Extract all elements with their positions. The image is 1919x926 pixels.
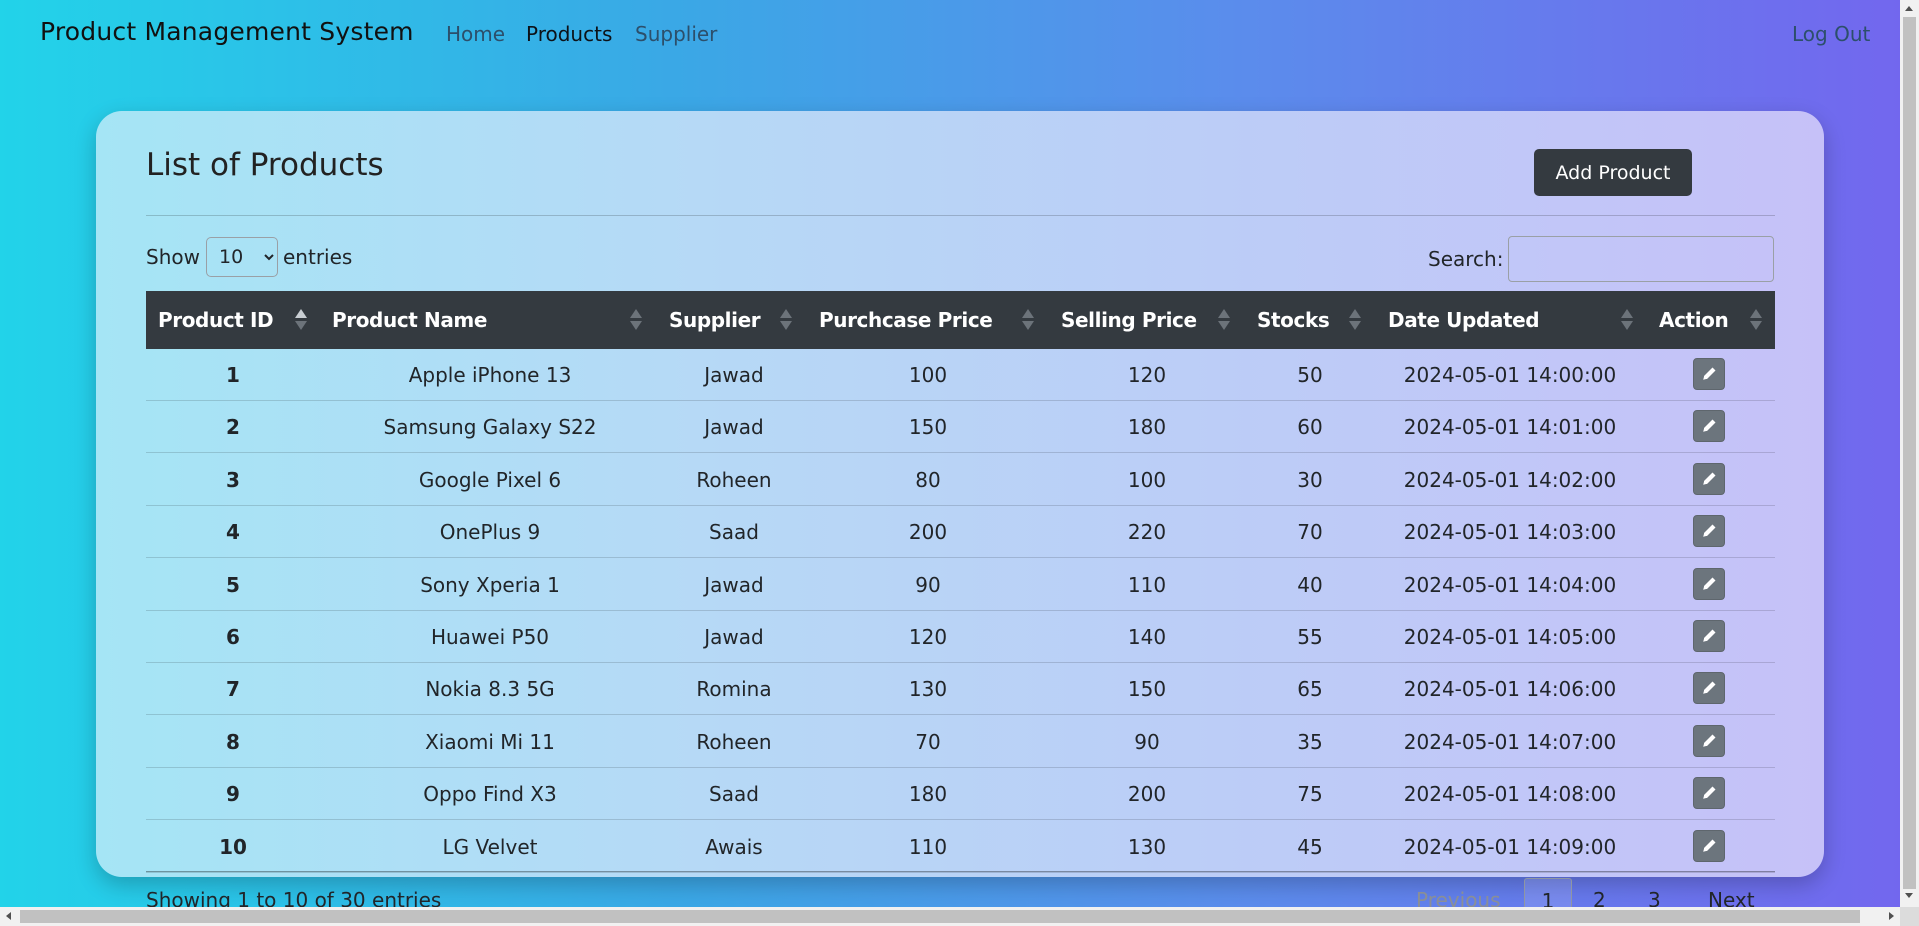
cell-date-updated: 2024-05-01 14:07:00 xyxy=(1403,729,1617,754)
edit-product-button[interactable] xyxy=(1693,410,1725,443)
cell-product-id: 9 xyxy=(226,782,240,807)
scroll-up-icon[interactable] xyxy=(1905,6,1913,11)
divider xyxy=(146,215,1775,216)
cell-date-updated: 2024-05-01 14:04:00 xyxy=(1403,572,1617,597)
cell-date-updated: 2024-05-01 14:06:00 xyxy=(1403,677,1617,702)
add-product-button[interactable]: Add Product xyxy=(1534,149,1692,196)
pencil-icon xyxy=(1703,681,1716,695)
table-row: 3 Google Pixel 6 Roheen 80 100 30 2024-05-01 1… xyxy=(146,454,1775,506)
entries-label: entries xyxy=(283,245,353,269)
pencil-icon xyxy=(1703,734,1716,747)
scroll-down-icon[interactable] xyxy=(1905,893,1913,898)
sort-icon[interactable] xyxy=(630,306,642,334)
column-header-purchase-price[interactable]: Purchcase Price xyxy=(819,291,993,349)
sort-icon[interactable] xyxy=(1750,306,1762,334)
pencil-icon xyxy=(1703,577,1716,590)
cell-product-id: 3 xyxy=(226,467,240,492)
edit-product-button[interactable] xyxy=(1693,462,1725,495)
column-header-date-updated[interactable]: Date Updated xyxy=(1388,291,1540,349)
nav-supplier-link[interactable]: Supplier xyxy=(635,22,717,46)
pencil-icon xyxy=(1703,786,1716,799)
search-input[interactable] xyxy=(1508,236,1774,282)
pencil-icon xyxy=(1703,367,1716,380)
column-header-stocks[interactable]: Stocks xyxy=(1257,291,1330,349)
sort-icon[interactable] xyxy=(1022,306,1034,334)
cell-date-updated: 2024-05-01 14:09:00 xyxy=(1403,834,1617,859)
cell-date-updated: 2024-05-01 14:03:00 xyxy=(1403,520,1617,545)
scroll-left-icon[interactable] xyxy=(6,912,11,920)
column-header-selling-price[interactable]: Selling Price xyxy=(1061,291,1197,349)
entries-select[interactable]: 10 xyxy=(206,237,278,277)
cell-date-updated: 2024-05-01 14:05:00 xyxy=(1403,625,1617,649)
column-header-product-name[interactable]: Product Name xyxy=(332,291,487,349)
cell-date-updated: 2024-05-01 14:01:00 xyxy=(1403,415,1617,440)
table-row: 5 Sony Xperia 1 Jawad 90 110 40 2024-05-01 14:… xyxy=(146,559,1775,611)
cell-product-id: 10 xyxy=(219,834,247,859)
vertical-scrollbar[interactable] xyxy=(1900,0,1919,907)
table-row: 8 Xiaomi Mi 11 Roheen 70 90 35 2024-05-01 14:0… xyxy=(146,716,1775,768)
scroll-right-icon[interactable] xyxy=(1889,912,1894,920)
edit-product-button[interactable] xyxy=(1693,724,1725,757)
navbar: Product Management System Home Products … xyxy=(0,0,1900,66)
cell-product-id: 8 xyxy=(226,729,240,754)
table-row: 2 Samsung Galaxy S22 Jawad 150 180 60 2024-05-… xyxy=(146,401,1775,454)
edit-product-button[interactable] xyxy=(1693,777,1725,810)
table-row: 7 Nokia 8.3 5G Romina 130 150 65 2024-05-01 14… xyxy=(146,663,1775,716)
table-row: 1 Apple iPhone 13 Jawad 100 120 50 2024-05-01 … xyxy=(146,349,1775,401)
edit-product-button[interactable] xyxy=(1693,829,1725,862)
pencil-icon xyxy=(1703,629,1716,642)
sort-icon[interactable] xyxy=(1218,306,1230,334)
cell-product-id: 1 xyxy=(226,363,240,387)
column-header-product-id[interactable]: Product ID xyxy=(158,291,274,349)
page-title: List of Products xyxy=(146,147,384,183)
scrollbar-thumb[interactable] xyxy=(1903,17,1916,889)
sort-icon[interactable] xyxy=(780,306,792,334)
sort-icon[interactable] xyxy=(1349,306,1361,334)
table-row: 9 Oppo Find X3 Saad 180 200 75 2024-05-01 14:0… xyxy=(146,768,1775,821)
pencil-icon xyxy=(1703,419,1716,433)
edit-product-button[interactable] xyxy=(1693,672,1725,705)
table-row: 10 LG Velvet Awais 110 130 45 2024-05-01 14:09… xyxy=(146,821,1775,873)
nav-products-link[interactable]: Products xyxy=(526,22,612,46)
logout-link[interactable]: Log Out xyxy=(1792,22,1870,46)
horizontal-scrollbar[interactable] xyxy=(0,907,1900,926)
edit-product-button[interactable] xyxy=(1693,358,1725,390)
brand-title[interactable]: Product Management System xyxy=(40,17,414,46)
table-header: Product ID Product Name Supplier Purchca… xyxy=(146,291,1775,349)
cell-date-updated: 2024-05-01 14:00:00 xyxy=(1403,363,1617,387)
table-row: 4 OnePlus 9 Saad 200 220 70 2024-05-01 14:03:0… xyxy=(146,506,1775,559)
cell-date-updated: 2024-05-01 14:02:00 xyxy=(1403,467,1617,492)
nav-home-link[interactable]: Home xyxy=(446,22,505,46)
cell-product-id: 6 xyxy=(226,625,240,649)
scrollbar-thumb[interactable] xyxy=(20,910,1860,923)
cell-product-id: 7 xyxy=(226,677,240,702)
cell-product-id: 2 xyxy=(226,415,240,440)
show-label: Show xyxy=(146,245,200,269)
cell-product-id: 4 xyxy=(226,520,240,545)
table-row: 6 Huawei P50 Jawad 120 140 55 2024-05-01 14:05… xyxy=(146,611,1775,663)
products-card: List of Products Add Product Show 10 ent… xyxy=(96,111,1824,877)
pencil-icon xyxy=(1703,472,1716,485)
table-bottom-border xyxy=(146,871,1775,872)
pencil-icon xyxy=(1703,524,1716,537)
column-header-supplier[interactable]: Supplier xyxy=(669,291,761,349)
edit-product-button[interactable] xyxy=(1693,620,1725,652)
search-label: Search: xyxy=(1428,247,1504,271)
sort-ascending-icon[interactable] xyxy=(295,306,307,334)
pencil-icon xyxy=(1703,839,1716,852)
cell-product-id: 5 xyxy=(226,572,240,597)
edit-product-button[interactable] xyxy=(1693,567,1725,600)
edit-product-button[interactable] xyxy=(1693,515,1725,548)
sort-icon[interactable] xyxy=(1621,306,1633,334)
cell-date-updated: 2024-05-01 14:08:00 xyxy=(1403,782,1617,807)
scrollbar-corner xyxy=(1900,907,1919,926)
column-header-action[interactable]: Action xyxy=(1659,291,1729,349)
